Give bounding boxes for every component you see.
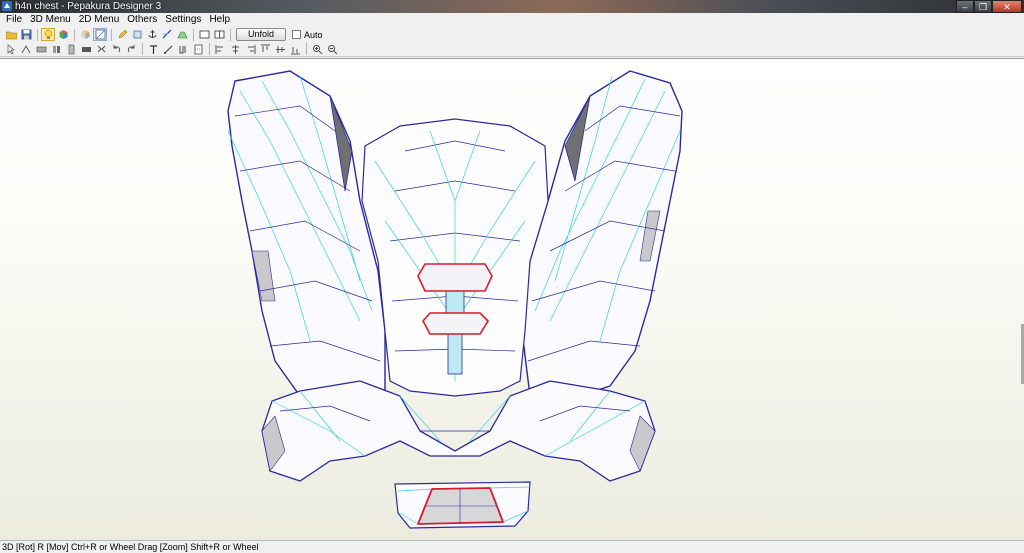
anchor-icon[interactable] (145, 28, 159, 41)
open-folder-icon[interactable] (4, 28, 18, 41)
pepakura-window: h4n chest - Pepakura Designer 3 – ❐ ✕ Fi… (0, 0, 1024, 553)
join-edge-icon[interactable] (19, 43, 33, 56)
toolbar-separator (230, 28, 231, 41)
left-shoulder-part[interactable] (227, 70, 386, 402)
right-shoulder-part[interactable] (521, 70, 683, 400)
maximize-button[interactable]: ❐ (974, 0, 992, 13)
zoom-out-icon[interactable] (325, 43, 339, 56)
menu-bar: File 3D Menu 2D Menu Others Settings Hel… (0, 13, 1024, 26)
select-icon[interactable] (4, 43, 18, 56)
undo-part-icon[interactable] (109, 43, 123, 56)
menu-others[interactable]: Others (123, 13, 161, 26)
status-bar: 3D [Rot] R [Mov] Ctrl+R or Wheel Drag [Z… (0, 540, 1024, 553)
main-toolbar: Unfold Auto (0, 27, 1024, 42)
window-split-icon[interactable] (212, 28, 226, 41)
align-left-icon[interactable] (213, 43, 227, 56)
rotate-part-icon[interactable] (130, 28, 144, 41)
bottom-panel-part[interactable] (394, 481, 531, 529)
toolbar-separator (142, 43, 143, 55)
auto-checkbox[interactable] (292, 30, 301, 39)
toolbar-separator (37, 28, 38, 41)
auto-label: Auto (304, 29, 323, 40)
zoom-in-icon[interactable] (310, 43, 324, 56)
pencil-icon[interactable] (115, 28, 129, 41)
auto-checkbox-group[interactable]: Auto (292, 30, 323, 40)
edit-toolbar (0, 42, 1024, 57)
bulb-icon[interactable] (41, 28, 55, 41)
minimize-button[interactable]: – (956, 0, 974, 13)
view-mode-icon[interactable] (93, 28, 107, 41)
rotate-icon[interactable] (64, 43, 78, 56)
align-right-icon[interactable] (243, 43, 257, 56)
align-middle-icon[interactable] (273, 43, 287, 56)
toolbar-separator (74, 28, 75, 41)
menu-2d[interactable]: 2D Menu (75, 13, 124, 26)
align-bottom-icon[interactable] (288, 43, 302, 56)
title-bar: h4n chest - Pepakura Designer 3 – ❐ ✕ (0, 0, 1024, 13)
toolbar-separator (209, 43, 210, 55)
window-single-icon[interactable] (197, 28, 211, 41)
flap-icon[interactable] (175, 28, 189, 41)
close-button[interactable]: ✕ (992, 0, 1022, 13)
add-text-icon[interactable] (146, 43, 160, 56)
menu-settings[interactable]: Settings (161, 13, 205, 26)
window-title: h4n chest - Pepakura Designer 3 (15, 1, 162, 12)
align-center-icon[interactable] (228, 43, 242, 56)
3d-view-canvas[interactable] (0, 58, 1024, 540)
bend-icon[interactable] (176, 43, 190, 56)
texture-icon[interactable] (78, 28, 92, 41)
scale-icon[interactable] (79, 43, 93, 56)
line-icon[interactable] (161, 43, 175, 56)
window-controls: – ❐ ✕ (956, 0, 1022, 13)
move-icon[interactable] (49, 43, 63, 56)
edge-icon[interactable] (160, 28, 174, 41)
unfold-button[interactable]: Unfold (236, 28, 286, 41)
center-torso-part[interactable] (361, 118, 549, 397)
pepakura-logo-icon (2, 1, 12, 11)
fold-icon[interactable] (191, 43, 205, 56)
toolbar-separator (193, 28, 194, 41)
edit-flap-icon[interactable] (34, 43, 48, 56)
redo-part-icon[interactable] (124, 43, 138, 56)
toolbar-separator (111, 28, 112, 41)
align-top-icon[interactable] (258, 43, 272, 56)
menu-help[interactable]: Help (205, 13, 234, 26)
status-text: 3D [Rot] R [Mov] Ctrl+R or Wheel Drag [Z… (2, 542, 259, 552)
flip-icon[interactable] (94, 43, 108, 56)
menu-file[interactable]: File (2, 13, 26, 26)
cube-icon[interactable] (56, 28, 70, 41)
toolbar-separator (306, 43, 307, 55)
menu-3d[interactable]: 3D Menu (26, 13, 75, 26)
chest-armor-mesh[interactable] (0, 59, 1024, 541)
save-icon[interactable] (19, 28, 33, 41)
